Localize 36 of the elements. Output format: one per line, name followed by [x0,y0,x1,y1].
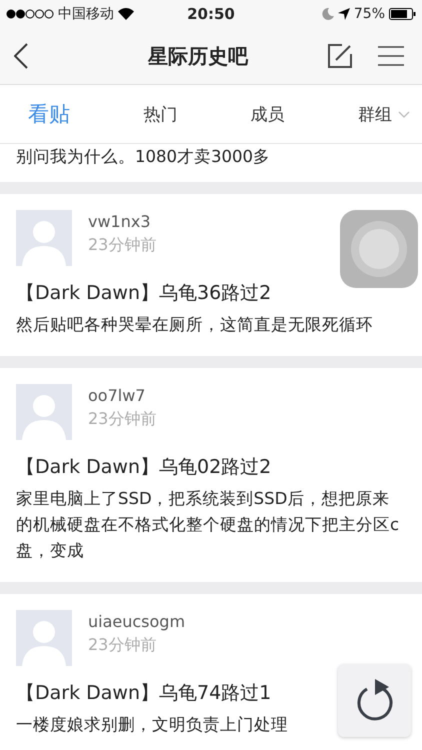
carrier-name: 中国移动 [58,5,114,23]
clock-time: 20:50 [187,5,235,23]
location-arrow-icon [338,8,350,20]
post-excerpt: 别问我为什么。1080才卖3000多 [16,147,270,166]
post-card[interactable]: vw1nx3 23分钟前 【Dark Dawn】乌龟36路过2 然后贴吧各种哭晕在厕所，这简直是无限死循环 [0,194,422,356]
post-time: 23分钟前 [88,635,158,656]
post-card[interactable]: oo7lw7 23分钟前 【Dark Dawn】乌龟02路过2 家里电脑上了SSD，把系统装到SSD后，想把原来的机械硬盘在不格式化整个硬盘的情况下把主分区c盘，变成 [0,368,422,582]
battery-percent: 75% [354,6,385,22]
post-excerpt: 家里电脑上了SSD，把系统装到SSD后，想把原来的机械硬盘在不格式化整个硬盘的情况下把主分区c盘，变成 [16,488,400,562]
tab[interactable]: 群组 [358,102,410,126]
post-title: 【Dark Dawn】乌龟74路过1 [16,681,272,706]
post-card[interactable]: uiaeucsogm 23分钟前 【Dark Dawn】乌龟74路过1 一楼度娘求别删，文明负责上门处理 [0,594,422,750]
tab[interactable]: 热门 [143,102,178,126]
username[interactable]: oo7lw7 [88,386,156,405]
wifi-icon [118,8,134,20]
avatar-icon [16,384,72,440]
post-time: 23分钟前 [88,235,156,256]
menu-icon[interactable] [378,46,404,66]
post-excerpt: 一楼度娘求别删，文明负责上门处理 [16,714,289,736]
moon-icon [322,8,334,20]
forum-title: 星际历史吧 [146,42,250,70]
back-icon[interactable] [14,43,28,69]
avatar-icon [16,210,72,266]
tab[interactable]: 成员 [250,102,285,126]
battery-icon [389,8,416,20]
signal-icon [6,9,54,19]
username[interactable]: vw1nx3 [88,212,156,231]
refresh-icon [354,678,394,722]
avatar-icon [16,610,72,666]
post-title: 【Dark Dawn】乌龟02路过2 [16,455,272,480]
refresh-button[interactable] [338,664,411,737]
post-title: 【Dark Dawn】乌龟36路过2 [16,281,272,306]
post-excerpt: 然后贴吧各种哭晕在厕所，这简直是无限死循环 [16,314,374,336]
post-time: 23分钟前 [88,409,156,430]
compose-icon[interactable] [328,44,352,68]
username[interactable]: uiaeucsogm [88,612,186,631]
